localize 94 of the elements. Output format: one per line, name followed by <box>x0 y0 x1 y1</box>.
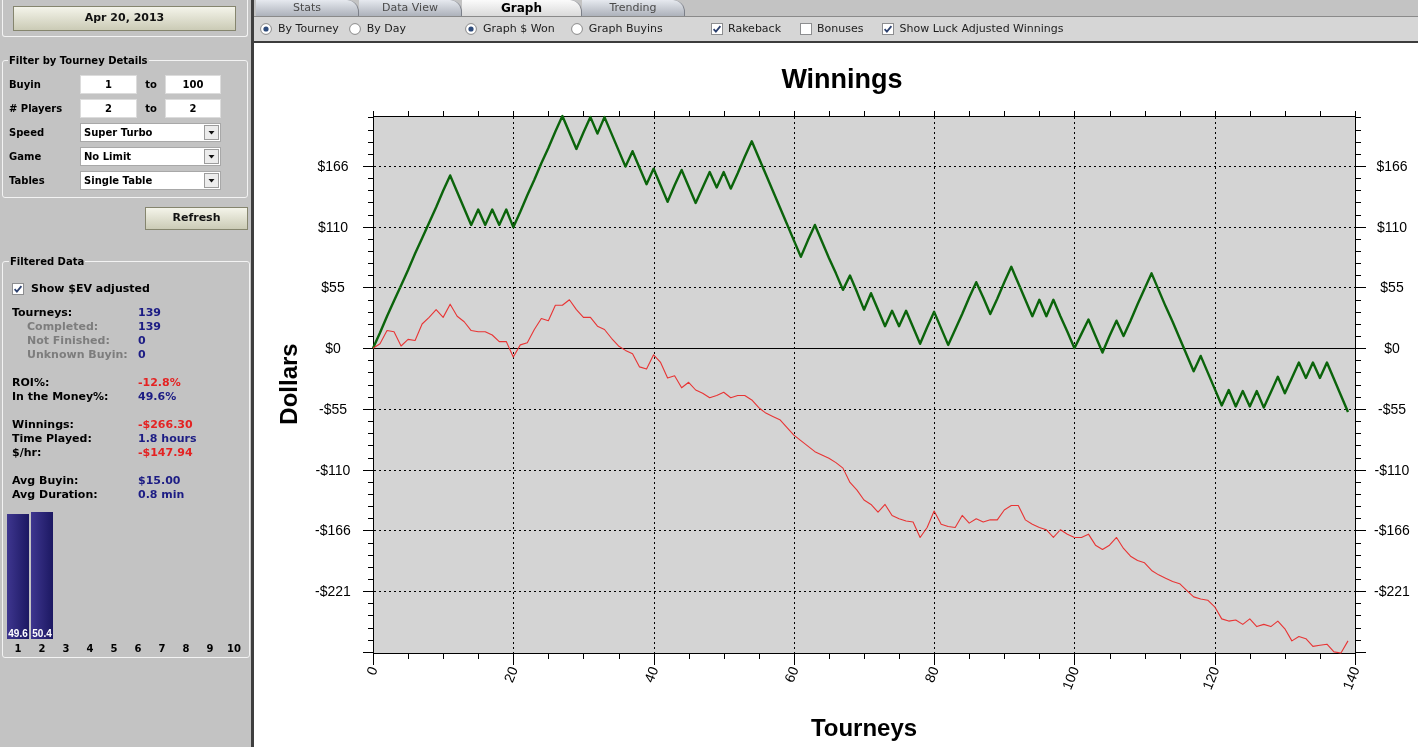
stat-value: 49.6% <box>138 389 177 404</box>
stat-label: In the Money%: <box>12 389 110 404</box>
stat-label: Not Finished: <box>26 333 111 348</box>
stat-label: Completed: <box>26 319 100 334</box>
range-from-field[interactable]: 2 <box>80 98 137 118</box>
axis-tick-label: 100 <box>1058 664 1083 692</box>
checkbox-option[interactable]: Show $EV adjusted <box>12 281 240 298</box>
axis-tick-label: -$221 <box>1374 583 1410 600</box>
dropdown[interactable]: No Limit <box>80 146 221 166</box>
axis-tick-label: 60 <box>780 664 802 685</box>
tab[interactable]: Graph <box>462 0 582 16</box>
stat-label: Unknown Buyin: <box>26 347 129 362</box>
axis-tick-label: 9 <box>206 642 214 654</box>
stat-label: Time Played: <box>12 431 93 446</box>
tab[interactable]: Data View <box>359 0 462 16</box>
axis-tick-label: 7 <box>158 642 166 654</box>
field-label: Game <box>9 149 43 164</box>
range-separator: to <box>144 101 158 116</box>
axis-tick-label: 120 <box>1198 664 1223 692</box>
axis-tick-label: $110 <box>317 218 349 235</box>
axis-title: Tourneys <box>810 714 918 741</box>
axis-tick-label: 80 <box>921 664 942 685</box>
axis-tick-label: -$166 <box>1374 522 1410 539</box>
stat-value: $15.00 <box>138 473 181 488</box>
panel-title: Filter by Tourney Details <box>8 54 149 68</box>
axis-tick-label: 5 <box>110 642 118 654</box>
axis-tick-label: -$166 <box>315 522 351 539</box>
radio-option[interactable]: Graph $ Won <box>465 20 555 38</box>
checkbox-option[interactable]: Rakeback <box>711 20 782 38</box>
axis-tick-label: -$110 <box>1374 461 1410 478</box>
chart-title: Winnings <box>781 64 903 94</box>
dropdown-caret-icon <box>204 172 219 188</box>
dropdown-caret-icon <box>204 124 219 140</box>
stat-label: ROI%: <box>12 375 51 390</box>
axis-tick-label: 2 <box>38 642 46 654</box>
refresh-button[interactable]: Refresh <box>145 207 248 230</box>
stat-value: 0 <box>138 347 146 362</box>
field-label: Tables <box>9 173 46 188</box>
stat-value: 0.8 min <box>138 487 185 502</box>
axis-tick-label: 3 <box>62 642 70 654</box>
axis-tick-label: 8 <box>182 642 190 654</box>
stat-value: 139 <box>138 319 161 334</box>
field-label: Speed <box>9 125 46 140</box>
axis-tick-label: -$221 <box>315 583 351 600</box>
axis-tick-label: 6 <box>134 642 142 654</box>
checkbox-option[interactable]: Bonuses <box>800 20 864 38</box>
field-label: # Players <box>9 101 64 116</box>
stat-value: -$147.94 <box>138 445 193 460</box>
radio-option[interactable]: By Day <box>348 20 406 38</box>
axis-tick-label: 10 <box>227 642 241 654</box>
date-button[interactable]: Apr 20, 2013 <box>13 5 236 31</box>
range-to-field[interactable]: 2 <box>165 98 221 118</box>
radio-option[interactable]: By Tourney <box>260 20 339 38</box>
stat-label: Avg Buyin: <box>12 473 80 488</box>
stat-label: Avg Duration: <box>12 487 99 502</box>
axis-tick-label: 140 <box>1339 664 1363 692</box>
axis-tick-label: $0 <box>1384 340 1400 357</box>
dropdown[interactable]: Single Table <box>80 170 221 190</box>
stat-value: 0 <box>138 333 146 348</box>
axis-tick-label: $110 <box>1376 218 1408 235</box>
dropdown[interactable]: Super Turbo <box>80 122 221 142</box>
stat-value: 1.8 hours <box>138 431 197 446</box>
axis-tick-label: 20 <box>500 664 522 685</box>
field-label: Buyin <box>9 77 42 92</box>
axis-tick-label: 0 <box>363 664 381 678</box>
axis-tick-label: -$55 <box>1378 400 1406 417</box>
axis-tick-label: $55 <box>321 279 345 296</box>
tab[interactable]: Stats <box>256 0 359 16</box>
radio-option[interactable]: Graph Buyins <box>570 20 663 38</box>
axis-tick-label: $55 <box>1380 279 1404 296</box>
stat-label: Winnings: <box>12 417 75 432</box>
axis-tick-label: $0 <box>325 340 341 357</box>
tab[interactable]: Trending <box>582 0 685 16</box>
panel-title: Filtered Data <box>9 255 86 269</box>
axis-tick-label: 40 <box>640 664 662 685</box>
range-to-field[interactable]: 100 <box>165 74 221 94</box>
axis-tick-label: $166 <box>317 157 349 174</box>
stat-value: 139 <box>138 305 161 320</box>
axis-tick-label: -$55 <box>319 400 347 417</box>
axis-tick-label: 4 <box>86 642 94 654</box>
bar-value-label: 49.6 <box>8 627 28 639</box>
stat-label: Tourneys: <box>12 305 74 320</box>
axis-tick-label: -$110 <box>315 461 351 478</box>
axis-tick-label: $166 <box>1376 157 1408 174</box>
stat-label: $/hr: <box>12 445 43 460</box>
range-separator: to <box>144 77 158 92</box>
axis-tick-label: 1 <box>14 642 22 654</box>
stat-value: -12.8% <box>138 375 181 390</box>
checkbox-option[interactable]: Show Luck Adjusted Winnings <box>882 20 1064 38</box>
axis-title: Dollars <box>275 343 302 425</box>
range-from-field[interactable]: 1 <box>80 74 137 94</box>
stat-value: -$266.30 <box>138 417 193 432</box>
dropdown-caret-icon <box>204 148 219 164</box>
bar-value-label: 50.4 <box>32 627 52 639</box>
